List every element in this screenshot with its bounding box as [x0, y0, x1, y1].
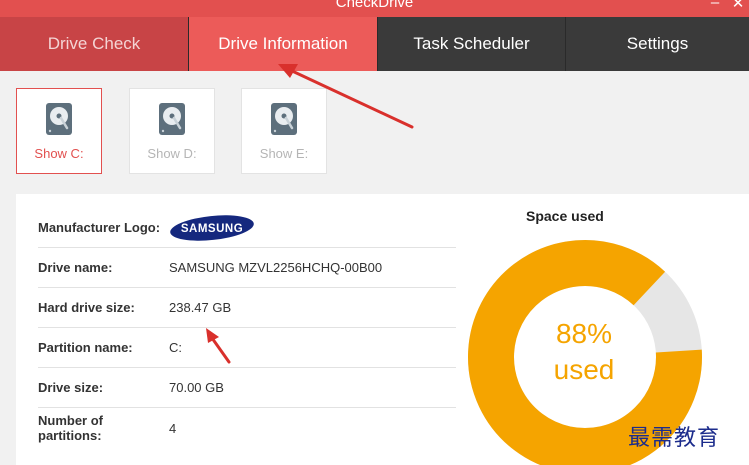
title-bar: CheckDrive – ✕ [0, 0, 749, 17]
info-row-drive-name: Drive name: SAMSUNG MZVL2256HCHQ-00B00 [38, 248, 456, 288]
window-title: CheckDrive [335, 0, 414, 11]
info-key: Hard drive size: [38, 300, 135, 315]
hard-disk-icon [46, 103, 72, 135]
samsung-logo: SAMSUNG [170, 214, 254, 241]
info-row-manufacturer: Manufacturer Logo: SAMSUNG [38, 208, 456, 248]
hard-disk-icon [271, 103, 297, 135]
space-used-percent: 88% [555, 318, 613, 349]
space-used-label: 88% used [528, 316, 640, 388]
minimize-button[interactable]: – [705, 0, 725, 11]
drive-label: Show E: [259, 146, 309, 161]
tab-drive-check[interactable]: Drive Check [0, 17, 189, 71]
space-used-text: used [553, 354, 615, 385]
svg-text:SAMSUNG: SAMSUNG [181, 223, 243, 235]
tab-task-scheduler[interactable]: Task Scheduler [378, 17, 566, 71]
info-value: 4 [169, 420, 177, 436]
info-value: SAMSUNG MZVL2256HCHQ-00B00 [169, 260, 383, 275]
drive-label: Show C: [34, 146, 84, 161]
tab-settings[interactable]: Settings [566, 17, 749, 71]
info-key: Number of partitions: [38, 413, 103, 443]
info-key: Drive name: [38, 260, 113, 275]
drive-button-c[interactable]: Show C: [16, 88, 102, 174]
hard-disk-icon [159, 103, 185, 135]
info-key: Partition name: [38, 340, 133, 355]
watermark: 最需教育 [628, 426, 721, 451]
drive-button-e[interactable]: Show E: [241, 88, 327, 174]
info-value: 70.00 GB [169, 380, 224, 395]
info-row-partitions: Number of partitions: 4 [38, 408, 456, 448]
close-button[interactable]: ✕ [728, 0, 748, 12]
space-used-title: Space used [526, 208, 604, 224]
info-value: 238.47 GB [169, 300, 232, 315]
drive-info-table: Manufacturer Logo: SAMSUNG Drive name: S… [38, 208, 456, 448]
info-row-drive-size: Drive size: 70.00 GB [38, 368, 456, 408]
tab-drive-information[interactable]: Drive Information [189, 17, 378, 71]
info-key: Manufacturer Logo: [38, 220, 161, 235]
info-value: C: [169, 340, 182, 355]
info-key: Drive size: [38, 380, 104, 395]
main-nav: Drive Check Drive Information Task Sched… [0, 17, 749, 71]
info-row-hard-drive-size: Hard drive size: 238.47 GB [38, 288, 456, 328]
drive-button-d[interactable]: Show D: [129, 88, 215, 174]
drive-label: Show D: [147, 146, 197, 161]
info-row-partition-name: Partition name: C: [38, 328, 456, 368]
